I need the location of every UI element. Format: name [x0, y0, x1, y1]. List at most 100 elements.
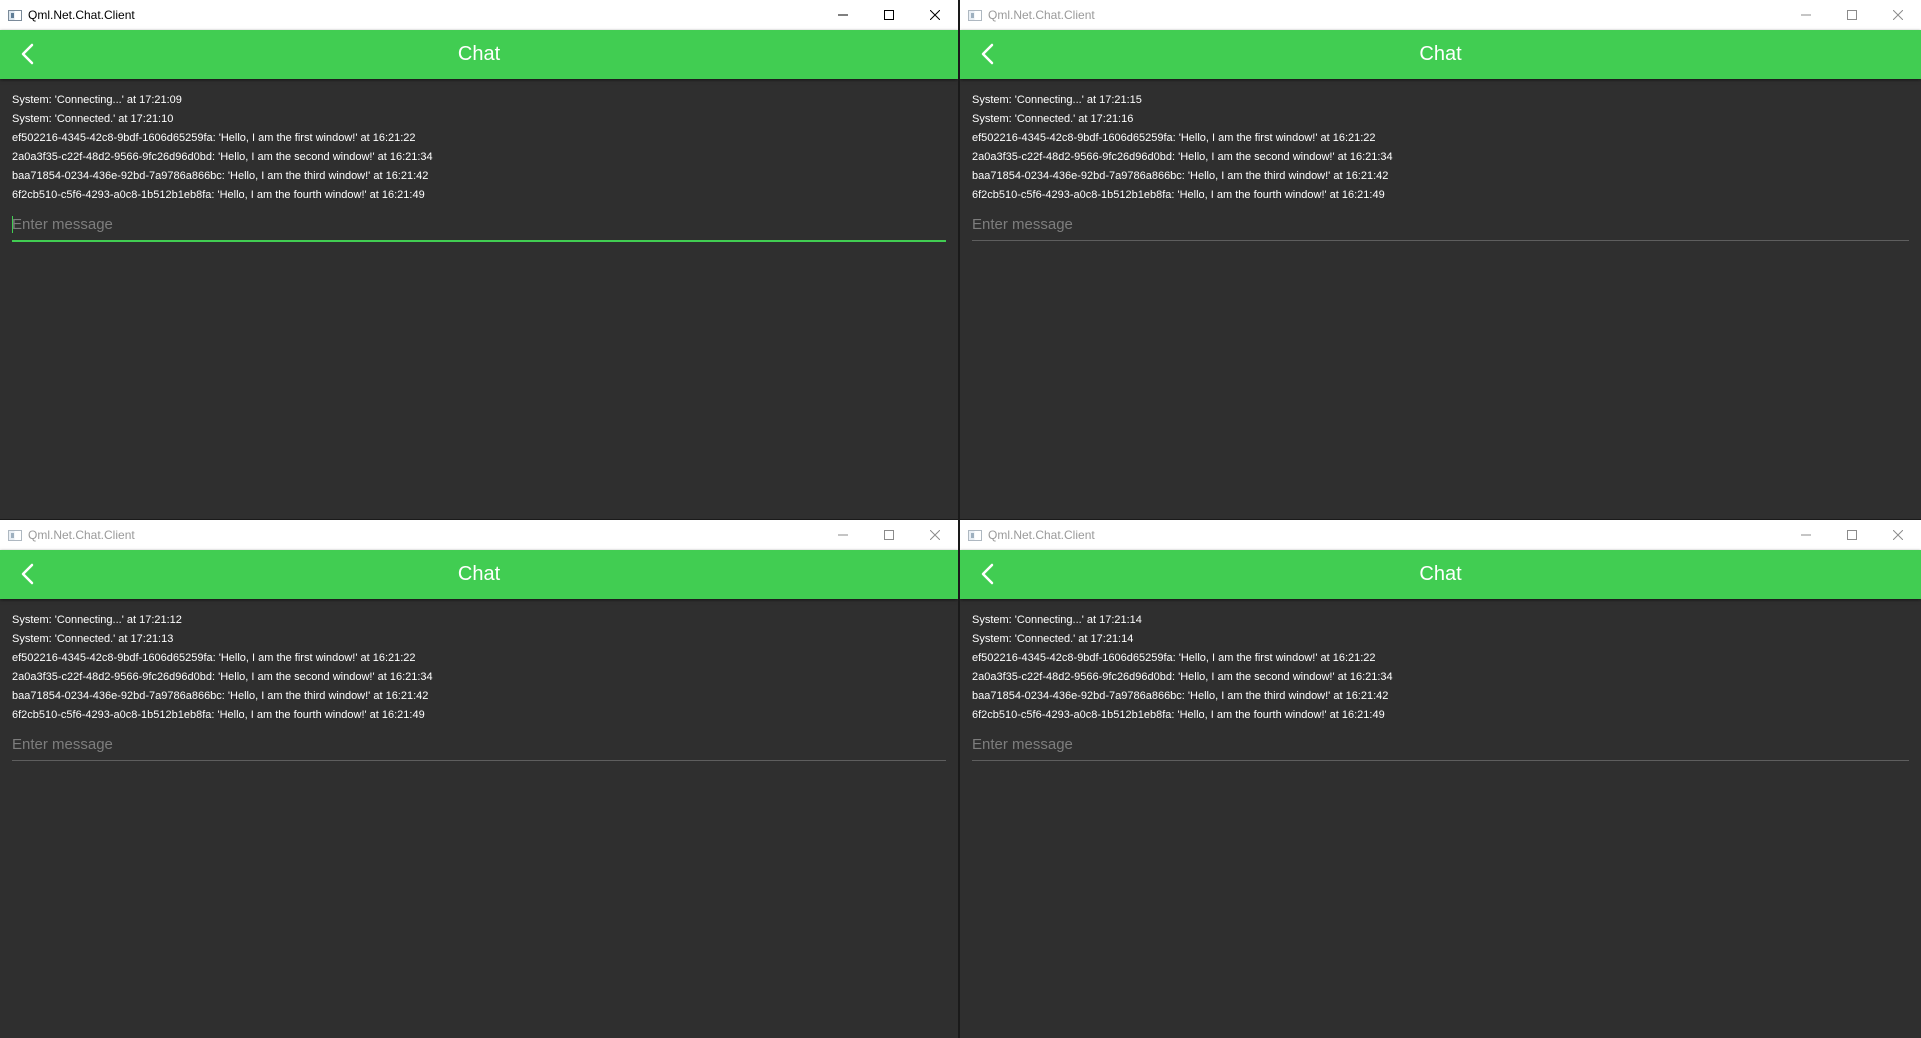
message-item: System: 'Connected.' at 17:21:16: [972, 113, 1134, 125]
chat-window-4: Qml.Net.Chat.Client Chat System: 'Connec…: [960, 520, 1921, 1038]
app-header: Chat: [0, 550, 958, 599]
minimize-button[interactable]: [820, 520, 866, 550]
title-bar[interactable]: Qml.Net.Chat.Client: [960, 520, 1921, 550]
message-item: 6f2cb510-c5f6-4293-a0c8-1b512b1eb8fa: 'H…: [972, 189, 1385, 201]
chat-content: System: 'Connecting...' at 17:21:09 Syst…: [0, 79, 958, 242]
message-item: System: 'Connecting...' at 17:21:14: [972, 614, 1142, 626]
message-item: 2a0a3f35-c22f-48d2-9566-9fc26d96d0bd: 'H…: [12, 151, 433, 163]
window-divider-horizontal: [0, 519, 1921, 520]
chevron-left-icon: [981, 563, 994, 585]
chevron-left-icon: [21, 563, 34, 585]
message-item: System: 'Connected.' at 17:21:14: [972, 633, 1134, 645]
minimize-icon: [1801, 534, 1811, 536]
app-window-icon: [968, 529, 982, 541]
message-list: System: 'Connecting...' at 17:21:12 Syst…: [12, 611, 946, 725]
message-input[interactable]: [12, 210, 946, 238]
message-item: ef502216-4345-42c8-9bdf-1606d65259fa: 'H…: [972, 132, 1376, 144]
message-item: ef502216-4345-42c8-9bdf-1606d65259fa: 'H…: [12, 652, 416, 664]
chat-content: System: 'Connecting...' at 17:21:14 Syst…: [960, 599, 1921, 761]
message-item: 6f2cb510-c5f6-4293-a0c8-1b512b1eb8fa: 'H…: [972, 709, 1385, 721]
maximize-button[interactable]: [866, 0, 912, 30]
back-button[interactable]: [10, 37, 44, 71]
chat-content: System: 'Connecting...' at 17:21:15 Syst…: [960, 79, 1921, 241]
message-item: 2a0a3f35-c22f-48d2-9566-9fc26d96d0bd: 'H…: [972, 151, 1393, 163]
chat-window-3: Qml.Net.Chat.Client Chat System: 'Connec…: [0, 520, 958, 1038]
message-item: System: 'Connecting...' at 17:21:09: [12, 94, 182, 106]
message-item: baa71854-0234-436e-92bd-7a9786a866bc: 'H…: [972, 690, 1389, 702]
app-header: Chat: [960, 30, 1921, 79]
close-button[interactable]: [912, 0, 958, 30]
close-icon: [1893, 10, 1903, 20]
message-input[interactable]: [972, 730, 1909, 758]
window-title: Qml.Net.Chat.Client: [988, 528, 1095, 542]
message-item: System: 'Connected.' at 17:21:13: [12, 633, 174, 645]
desktop: Qml.Net.Chat.Client Chat System: 'Connec…: [0, 0, 1921, 1038]
close-icon: [930, 10, 940, 20]
back-button[interactable]: [10, 557, 44, 591]
message-item: 6f2cb510-c5f6-4293-a0c8-1b512b1eb8fa: 'H…: [12, 189, 425, 201]
window-controls: [1783, 520, 1921, 550]
chat-window-1: Qml.Net.Chat.Client Chat System: 'Connec…: [0, 0, 958, 520]
chevron-left-icon: [981, 43, 994, 65]
close-icon: [930, 530, 940, 540]
message-list: System: 'Connecting...' at 17:21:15 Syst…: [972, 91, 1909, 205]
chevron-left-icon: [21, 43, 34, 65]
maximize-button[interactable]: [866, 520, 912, 550]
window-title: Qml.Net.Chat.Client: [28, 8, 135, 22]
message-item: System: 'Connected.' at 17:21:10: [12, 113, 174, 125]
message-item: 6f2cb510-c5f6-4293-a0c8-1b512b1eb8fa: 'H…: [12, 709, 425, 721]
window-controls: [820, 0, 958, 30]
window-controls: [1783, 0, 1921, 30]
message-item: ef502216-4345-42c8-9bdf-1606d65259fa: 'H…: [972, 652, 1376, 664]
page-title: Chat: [457, 563, 501, 585]
message-input-container: [12, 730, 946, 761]
title-bar[interactable]: Qml.Net.Chat.Client: [960, 0, 1921, 30]
app-header: Chat: [0, 30, 958, 79]
maximize-button[interactable]: [1829, 0, 1875, 30]
minimize-button[interactable]: [820, 0, 866, 30]
maximize-icon: [1847, 530, 1857, 540]
message-item: 2a0a3f35-c22f-48d2-9566-9fc26d96d0bd: 'H…: [972, 671, 1393, 683]
app-window-icon: [8, 529, 22, 541]
window-title: Qml.Net.Chat.Client: [28, 528, 135, 542]
message-input[interactable]: [12, 730, 946, 758]
message-item: baa71854-0234-436e-92bd-7a9786a866bc: 'H…: [972, 170, 1389, 182]
window-controls: [820, 520, 958, 550]
close-button[interactable]: [1875, 520, 1921, 550]
chat-content: System: 'Connecting...' at 17:21:12 Syst…: [0, 599, 958, 761]
message-item: baa71854-0234-436e-92bd-7a9786a866bc: 'H…: [12, 690, 429, 702]
minimize-button[interactable]: [1783, 520, 1829, 550]
minimize-icon: [1801, 14, 1811, 16]
message-item: baa71854-0234-436e-92bd-7a9786a866bc: 'H…: [12, 170, 429, 182]
window-title: Qml.Net.Chat.Client: [988, 8, 1095, 22]
maximize-icon: [884, 10, 894, 20]
page-title: Chat: [457, 43, 501, 65]
chat-window-2: Qml.Net.Chat.Client Chat System: 'Connec…: [960, 0, 1921, 520]
app-header: Chat: [960, 550, 1921, 599]
page-title: Chat: [1419, 43, 1462, 65]
maximize-icon: [884, 530, 894, 540]
page-title: Chat: [1419, 563, 1462, 585]
message-input-container: [972, 210, 1909, 241]
message-list: System: 'Connecting...' at 17:21:14 Syst…: [972, 611, 1909, 725]
maximize-icon: [1847, 10, 1857, 20]
title-bar[interactable]: Qml.Net.Chat.Client: [0, 0, 958, 30]
minimize-icon: [838, 534, 848, 536]
message-item: 2a0a3f35-c22f-48d2-9566-9fc26d96d0bd: 'H…: [12, 671, 433, 683]
back-button[interactable]: [970, 37, 1004, 71]
close-button[interactable]: [1875, 0, 1921, 30]
message-input-container: [12, 210, 946, 242]
message-input-container: [972, 730, 1909, 761]
minimize-button[interactable]: [1783, 0, 1829, 30]
back-button[interactable]: [970, 557, 1004, 591]
text-caret: [12, 216, 13, 233]
message-input[interactable]: [972, 210, 1909, 238]
minimize-icon: [838, 14, 848, 16]
app-window-icon: [8, 9, 22, 21]
close-button[interactable]: [912, 520, 958, 550]
message-item: System: 'Connecting...' at 17:21:15: [972, 94, 1142, 106]
maximize-button[interactable]: [1829, 520, 1875, 550]
app-window-icon: [968, 9, 982, 21]
title-bar[interactable]: Qml.Net.Chat.Client: [0, 520, 958, 550]
message-item: ef502216-4345-42c8-9bdf-1606d65259fa: 'H…: [12, 132, 416, 144]
